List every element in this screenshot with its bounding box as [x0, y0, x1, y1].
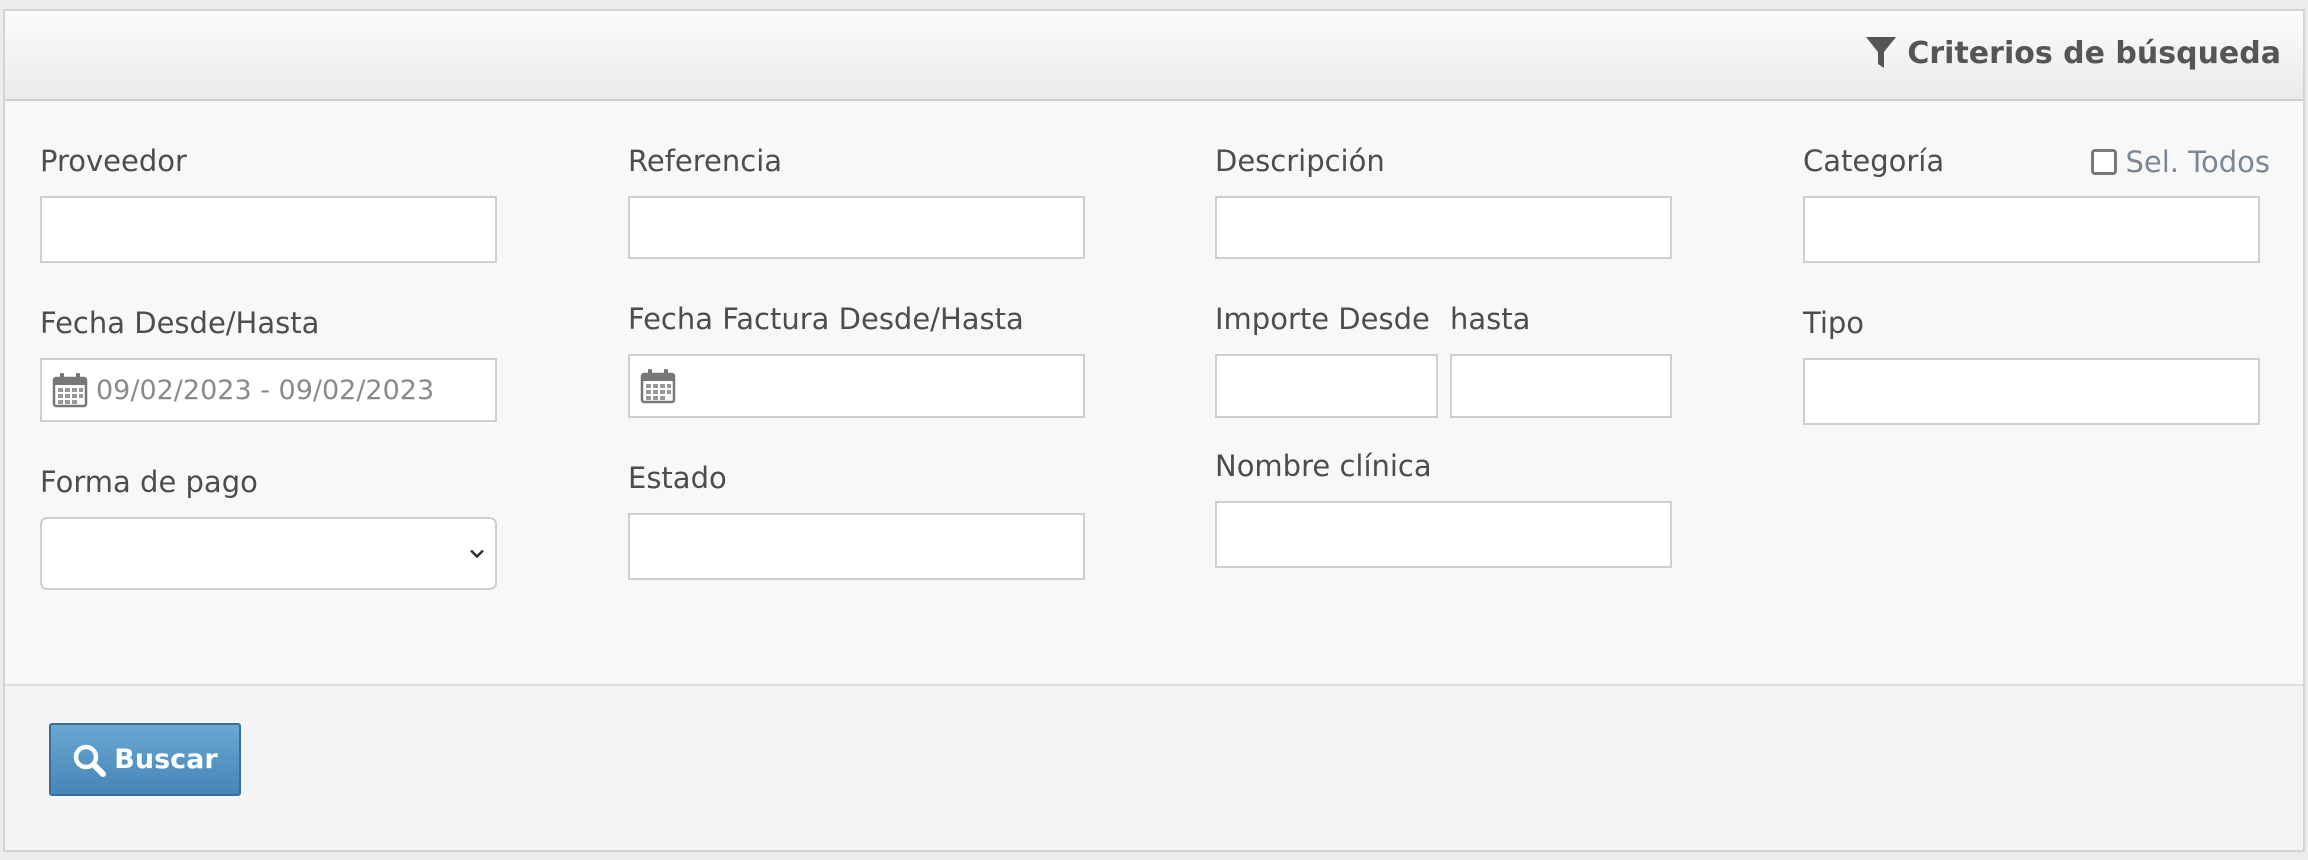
descripcion-input[interactable]: [1215, 196, 1672, 259]
referencia-label: Referencia: [628, 144, 783, 178]
select-all-checkbox[interactable]: [2091, 149, 2118, 175]
panel-title: Criterios de búsqueda: [1865, 33, 2281, 73]
nombre-clinica-label: Nombre clínica: [1215, 449, 1432, 483]
calendar-icon: [52, 372, 88, 408]
panel-title-text: Criterios de búsqueda: [1907, 35, 2281, 71]
importe-desde-label: Importe Desde: [1215, 302, 1430, 336]
categoria-label: Categoría: [1803, 144, 1945, 178]
chevron-down-icon: [469, 544, 485, 563]
nombre-clinica-input[interactable]: [1215, 501, 1672, 568]
proveedor-input[interactable]: [40, 196, 497, 263]
calendar-icon: [640, 368, 676, 404]
fecha-label: Fecha Desde/Hasta: [40, 306, 320, 340]
fecha-factura-range-field[interactable]: [628, 354, 1085, 418]
importe-hasta-input[interactable]: [1450, 354, 1672, 418]
estado-label: Estado: [628, 461, 727, 495]
fecha-range-input[interactable]: [96, 374, 495, 406]
forma-pago-label: Forma de pago: [40, 465, 258, 499]
importe-hasta-label: hasta: [1450, 302, 1531, 336]
panel-footer: [5, 684, 2303, 850]
search-button[interactable]: Buscar: [49, 723, 241, 796]
filter-icon: [1865, 36, 1897, 70]
panel-heading: Criterios de búsqueda: [5, 11, 2303, 101]
tipo-label: Tipo: [1803, 306, 1865, 340]
select-all-toggle[interactable]: Sel. Todos: [2091, 145, 2270, 179]
estado-input[interactable]: [628, 513, 1085, 580]
search-button-label: Buscar: [114, 744, 218, 775]
forma-pago-select[interactable]: [40, 517, 497, 590]
fecha-factura-label: Fecha Factura Desde/Hasta: [628, 302, 1024, 336]
referencia-input[interactable]: [628, 196, 1085, 259]
proveedor-label: Proveedor: [40, 144, 187, 178]
select-all-label: Sel. Todos: [2125, 145, 2270, 179]
fecha-factura-range-input[interactable]: [684, 370, 1083, 402]
importe-desde-input[interactable]: [1215, 354, 1438, 418]
search-icon: [72, 743, 107, 777]
descripcion-label: Descripción: [1215, 144, 1385, 178]
tipo-input[interactable]: [1803, 358, 2260, 425]
fecha-range-field[interactable]: [40, 358, 497, 422]
categoria-input[interactable]: [1803, 196, 2260, 263]
